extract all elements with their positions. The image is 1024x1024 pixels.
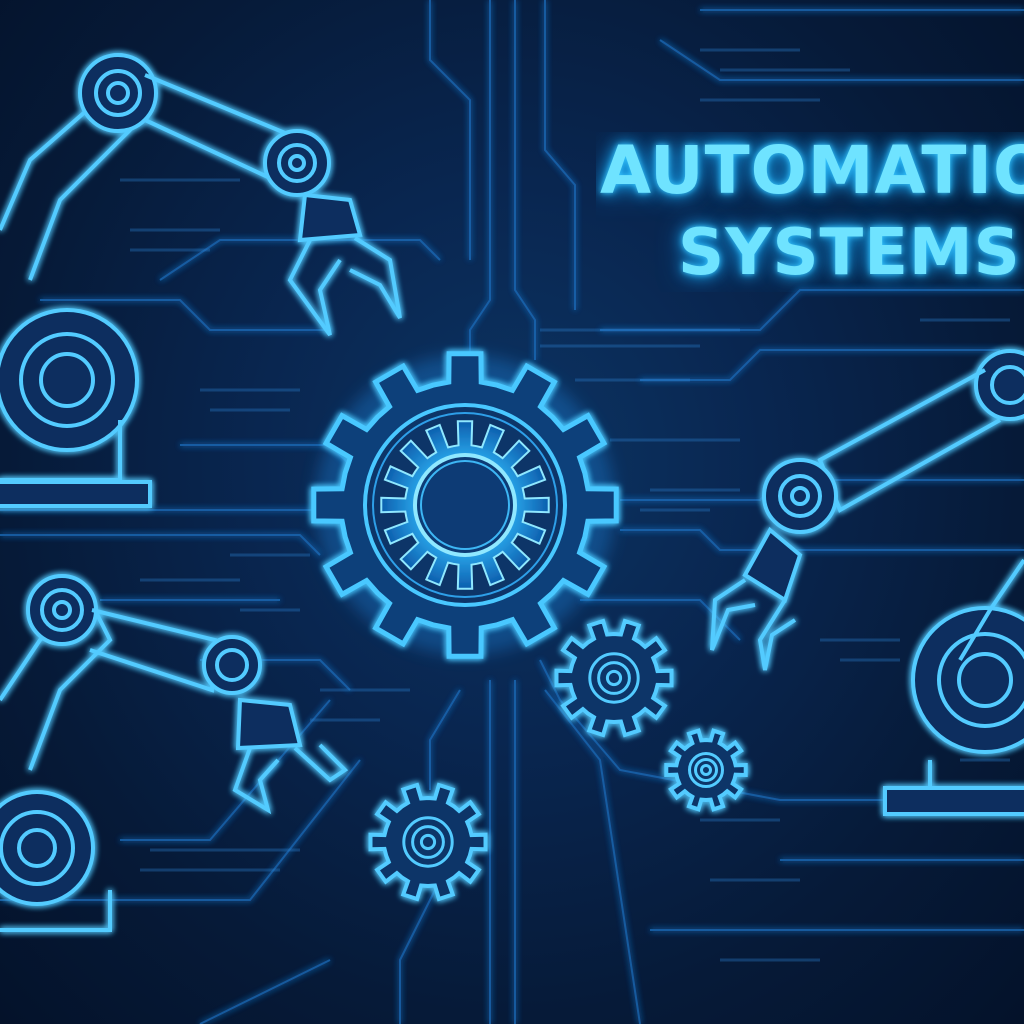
small-gear-icon (368, 782, 488, 902)
title-line-2: SYSTEMS (678, 216, 1021, 290)
title-block: AUTOMATIO SYSTEMS (596, 132, 1024, 292)
title-line-1: AUTOMATIO (600, 132, 1024, 209)
robot-arm-icon (0, 574, 349, 932)
robot-arm-icon (710, 349, 1024, 816)
small-gear-icon (664, 728, 748, 812)
automation-systems-illustration: AUTOMATIO SYSTEMS (0, 0, 1024, 1024)
small-gear-icon (554, 618, 674, 738)
small-gear-body (368, 782, 488, 902)
small-gear-body (664, 728, 748, 812)
small-gear-body (554, 618, 674, 738)
